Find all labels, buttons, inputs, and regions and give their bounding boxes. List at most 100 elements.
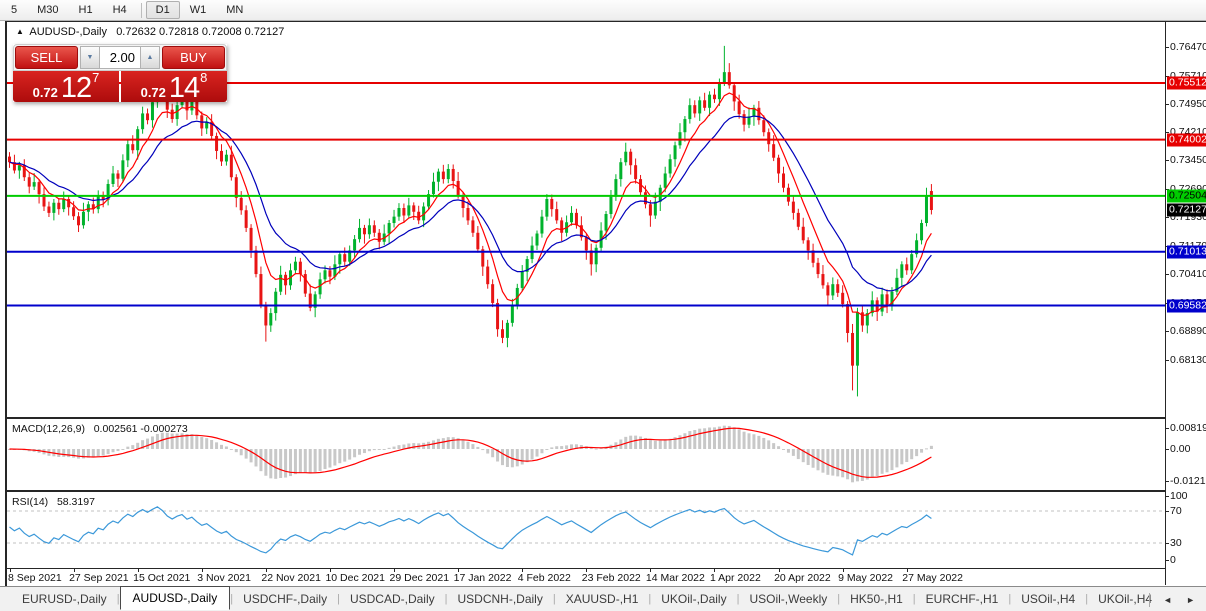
candle-body	[442, 172, 445, 180]
timeframe-button-m30[interactable]: M30	[27, 1, 68, 19]
y-axis[interactable]: 0.764700.757100.749500.742100.734500.726…	[1165, 22, 1206, 585]
volume-decrease-button[interactable]: ▼	[80, 46, 100, 69]
timeframe-button-mn[interactable]: MN	[216, 1, 253, 19]
macd-histogram-bar	[368, 449, 371, 451]
candle-body	[476, 233, 479, 250]
tab-scroll-left-icon[interactable]: ◄	[1156, 592, 1179, 608]
macd-histogram-bar	[338, 449, 341, 463]
macd-histogram-bar	[693, 430, 696, 449]
macd-histogram-bar	[200, 437, 203, 449]
timeframe-button-h4[interactable]: H4	[103, 1, 137, 19]
y-axis-tick	[1166, 217, 1169, 218]
macd-histogram-bar	[245, 449, 248, 459]
x-axis-label: 8 Sep 2021	[8, 572, 62, 584]
rsi-canvas[interactable]	[7, 492, 1165, 568]
macd-histogram-bar	[536, 449, 539, 457]
chart-ohlc-values: 0.72632 0.72818 0.72008 0.72127	[116, 26, 284, 38]
candle-body	[501, 329, 504, 338]
macd-histogram-bar	[462, 440, 465, 449]
volume-increase-button[interactable]: ▲	[140, 46, 160, 69]
macd-histogram-bar	[866, 449, 869, 480]
macd-values: 0.002561 -0.000273	[94, 423, 188, 435]
tab-xauusd-h1[interactable]: XAUUSD-,H1	[556, 589, 649, 609]
candle-body	[540, 217, 543, 234]
macd-pane[interactable]: MACD(12,26,9) 0.002561 -0.000273	[7, 417, 1165, 490]
candle-body	[250, 228, 253, 251]
candle-body	[417, 212, 420, 221]
timeframe-button-h1[interactable]: H1	[69, 1, 103, 19]
tab-ukoil-daily[interactable]: UKOil-,Daily	[651, 589, 736, 609]
candle-body	[338, 254, 341, 264]
candle-body	[225, 155, 228, 162]
candle-body	[619, 162, 622, 179]
buy-price-box[interactable]: 0.72 14 8	[121, 71, 227, 102]
macd-histogram-bar	[905, 449, 908, 462]
tab-usdcad-daily[interactable]: USDCAD-,Daily	[340, 589, 445, 609]
candle-body	[397, 208, 400, 217]
candle-body	[146, 113, 149, 120]
y-axis-tick	[1166, 481, 1169, 482]
candle-body	[545, 199, 548, 217]
macd-histogram-bar	[304, 449, 307, 473]
candle-body	[121, 160, 124, 178]
candle-body	[674, 145, 677, 159]
macd-histogram-bar	[881, 449, 884, 474]
candle-body	[851, 333, 854, 366]
tab-hk50-h1[interactable]: HK50-,H1	[840, 589, 913, 609]
candle-body	[38, 182, 41, 194]
candle-body	[82, 212, 85, 226]
candle-body	[77, 216, 80, 225]
y-axis-label: 70	[1170, 505, 1182, 517]
timeframe-button-d1[interactable]: D1	[146, 1, 180, 19]
chart-tab-bar: EURUSD-,Daily|AUDUSD-,Daily|USDCHF-,Dail…	[0, 586, 1206, 611]
x-axis-label: 27 May 2022	[902, 572, 963, 584]
macd-histogram-bar	[738, 429, 741, 449]
y-axis-tick	[1166, 543, 1169, 544]
macd-histogram-bar	[486, 449, 489, 454]
candle-body	[486, 267, 489, 285]
tab-usdchf-daily[interactable]: USDCHF-,Daily	[233, 589, 337, 609]
candle-body	[614, 179, 617, 197]
terminal-screen: 5M30H1H4 D1W1MN ▲ AUDUSD-,Daily 0.72632 0…	[0, 0, 1206, 611]
candle-body	[269, 313, 272, 325]
timeframe-button-w1[interactable]: W1	[180, 1, 217, 19]
price-level-badge: 0.74002	[1167, 133, 1206, 146]
timeframe-button-5[interactable]: 5	[1, 1, 27, 19]
macd-histogram-bar	[531, 449, 534, 459]
buy-button[interactable]: BUY	[162, 46, 225, 69]
tab-eurchf-h1[interactable]: EURCHF-,H1	[916, 589, 1009, 609]
macd-histogram-bar	[664, 440, 667, 449]
candle-body	[920, 223, 923, 240]
tab-scroll-right-icon[interactable]: ►	[1179, 592, 1202, 608]
macd-histogram-bar	[383, 449, 386, 450]
candle-body	[141, 113, 144, 129]
tab-audusd-daily[interactable]: AUDUSD-,Daily	[120, 586, 231, 610]
tab-usdcnh-daily[interactable]: USDCNH-,Daily	[448, 589, 553, 609]
macd-histogram-bar	[659, 441, 662, 449]
sell-button[interactable]: SELL	[15, 46, 78, 69]
x-axis-label: 10 Dec 2021	[325, 572, 385, 584]
macd-histogram-bar	[545, 449, 548, 450]
candle-body	[363, 228, 366, 234]
macd-label: MACD(12,26,9) 0.002561 -0.000273	[12, 423, 188, 435]
macd-histogram-bar	[92, 449, 95, 457]
macd-histogram-bar	[328, 449, 331, 468]
macd-histogram-bar	[915, 449, 918, 456]
tab-usoil-weekly[interactable]: USOil-,Weekly	[739, 589, 837, 609]
macd-histogram-bar	[521, 449, 524, 465]
tab-usoil-h4[interactable]: USOil-,H4	[1011, 589, 1085, 609]
tab-eurusd-daily[interactable]: EURUSD-,Daily	[12, 589, 117, 609]
sell-price-box[interactable]: 0.72 12 7	[13, 71, 119, 102]
x-axis-label: 3 Nov 2021	[197, 572, 251, 584]
candle-body	[634, 165, 637, 179]
volume-value[interactable]: 2.00	[100, 46, 140, 69]
candle-body	[698, 100, 701, 113]
tab-scroll-arrows: ◄►	[1149, 587, 1202, 611]
y-axis-label: 0.00	[1170, 443, 1190, 455]
y-axis-tick	[1166, 104, 1169, 105]
macd-histogram-bar	[210, 440, 213, 449]
candle-body	[324, 270, 327, 279]
collapse-triangle-icon[interactable]: ▲	[16, 27, 24, 36]
candle-body	[112, 173, 115, 184]
rsi-pane[interactable]: RSI(14) 58.3197	[7, 490, 1165, 568]
